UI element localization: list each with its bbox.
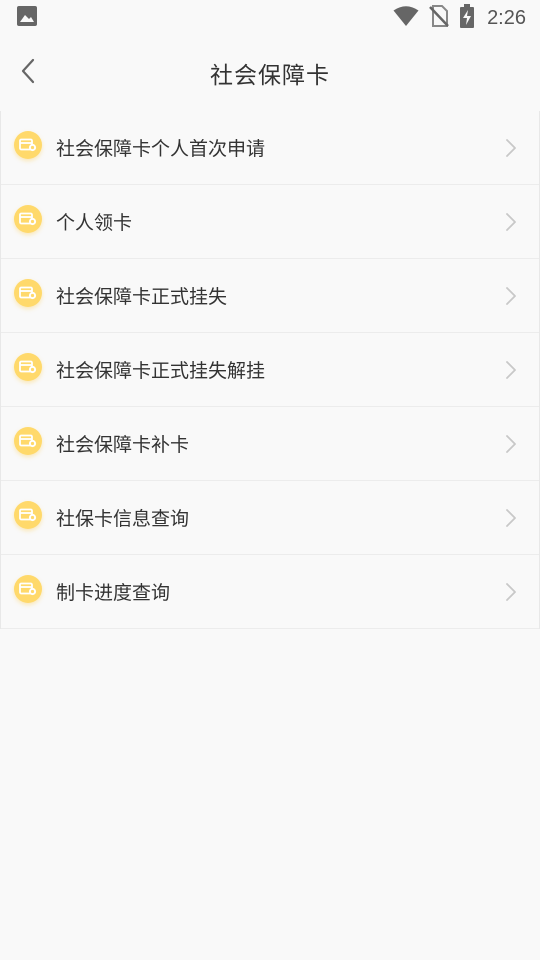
menu-list: 社会保障卡个人首次申请 个人领卡 社会保障卡正式挂失 社会保障卡正式挂失解挂 社…	[0, 111, 540, 629]
battery-charging-icon	[459, 4, 475, 32]
chevron-left-icon	[20, 58, 36, 88]
menu-item-report-loss[interactable]: 社会保障卡正式挂失	[1, 259, 539, 333]
card-icon	[14, 352, 42, 381]
card-icon	[14, 574, 42, 603]
menu-item-replace-card[interactable]: 社会保障卡补卡	[1, 407, 539, 481]
chevron-right-icon	[503, 580, 519, 604]
menu-item-label: 社会保障卡正式挂失解挂	[56, 360, 266, 382]
menu-item-cancel-loss[interactable]: 社会保障卡正式挂失解挂	[1, 333, 539, 407]
menu-item-label: 社会保障卡正式挂失	[56, 286, 228, 308]
page-title: 社会保障卡	[210, 63, 330, 89]
menu-item-label: 社保卡信息查询	[56, 508, 190, 530]
chevron-right-icon	[503, 284, 519, 308]
menu-item-label: 社会保障卡个人首次申请	[56, 138, 266, 160]
card-icon	[14, 500, 42, 529]
menu-item-label: 制卡进度查询	[56, 582, 171, 604]
chevron-right-icon	[503, 358, 519, 382]
menu-item-collect-card[interactable]: 个人领卡	[1, 185, 539, 259]
card-icon	[14, 130, 42, 159]
status-left	[16, 5, 38, 31]
card-icon	[14, 426, 42, 455]
menu-item-progress-query[interactable]: 制卡进度查询	[1, 555, 539, 629]
wifi-icon	[393, 5, 419, 31]
status-right: 2:26	[393, 4, 526, 32]
card-icon	[14, 278, 42, 307]
chevron-right-icon	[503, 136, 519, 160]
back-button[interactable]	[8, 53, 48, 93]
chevron-right-icon	[503, 432, 519, 456]
menu-item-label: 社会保障卡补卡	[56, 434, 190, 456]
menu-item-label: 个人领卡	[56, 212, 133, 234]
no-sim-icon	[429, 5, 449, 31]
chevron-right-icon	[503, 506, 519, 530]
menu-item-first-application[interactable]: 社会保障卡个人首次申请	[1, 111, 539, 185]
chevron-right-icon	[503, 210, 519, 234]
menu-item-card-info-query[interactable]: 社保卡信息查询	[1, 481, 539, 555]
status-time: 2:26	[487, 6, 526, 29]
card-icon	[14, 204, 42, 233]
image-icon	[16, 5, 38, 31]
status-bar: 2:26	[0, 0, 540, 36]
nav-bar: 社会保障卡	[0, 36, 540, 110]
